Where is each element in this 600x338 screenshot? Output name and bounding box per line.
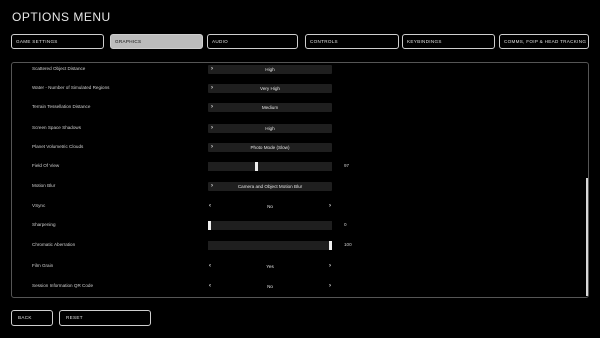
tab-label: COMMS, FOIP & HEAD TRACKING [504, 39, 587, 44]
tab-keybindings[interactable]: KEYBINDINGS [402, 34, 495, 49]
setting-row: Film Grain ‹ Yes › [32, 262, 362, 272]
select-motion-blur[interactable]: › Camera and Object Motion Blur [208, 182, 332, 191]
tab-label: KEYBINDINGS [407, 39, 442, 44]
setting-value: Camera and Object Motion Blur [237, 184, 303, 189]
slider-value: 0 [344, 222, 347, 227]
setting-label: Sharpening [32, 222, 56, 227]
tab-game-settings[interactable]: GAME SETTINGS [11, 34, 104, 49]
setting-value: High [265, 126, 275, 131]
setting-label: Film Grain [32, 263, 54, 268]
toggle-film-grain: ‹ Yes › [208, 262, 332, 271]
setting-row: Field Of View 97 [32, 162, 362, 172]
chevron-right-icon[interactable]: › [329, 262, 331, 271]
setting-value: Medium [261, 105, 279, 110]
select-planet-volumetric-clouds[interactable]: › Photo Mode (Slow) [208, 143, 332, 152]
setting-label: VSync [32, 203, 46, 208]
setting-row: Scattered Object Distance › High [32, 65, 362, 75]
setting-value: No [267, 284, 273, 289]
tab-controls[interactable]: CONTROLS [305, 34, 399, 49]
settings-panel: Scattered Object Distance › High Water -… [11, 62, 589, 298]
setting-label: Motion Blur [32, 183, 56, 188]
setting-label: Scattered Object Distance [32, 66, 86, 71]
slider-value: 97 [344, 163, 350, 168]
back-label: BACK [18, 315, 32, 320]
tab-graphics[interactable]: GRAPHICS [110, 34, 203, 49]
select-terrain-tessellation-distance[interactable]: › Medium [208, 103, 332, 112]
setting-label: Chromatic Aberration [32, 242, 76, 247]
slider-field-of-view[interactable] [208, 162, 332, 171]
reset-button[interactable]: RESET [59, 310, 151, 326]
tab-label: GRAPHICS [115, 39, 142, 44]
setting-value: High [265, 67, 275, 72]
setting-value: Photo Mode (Slow) [250, 145, 290, 150]
tab-comms-foip-head-tracking[interactable]: COMMS, FOIP & HEAD TRACKING [499, 34, 589, 49]
setting-row: Terrain Tessellation Distance › Medium [32, 103, 362, 113]
scrollbar-thumb[interactable] [586, 178, 588, 296]
slider-value: 100 [344, 242, 352, 247]
slider-sharpening[interactable] [208, 221, 332, 230]
setting-value: Yes [266, 264, 274, 269]
slider-thumb[interactable] [255, 162, 258, 171]
select-water-simulated-regions[interactable]: › Very High [208, 84, 332, 93]
setting-row: Motion Blur › Camera and Object Motion B… [32, 182, 362, 192]
setting-row: VSync ‹ No › [32, 202, 362, 212]
tab-audio[interactable]: AUDIO [207, 34, 298, 49]
setting-row: Session Information QR Code ‹ No › [32, 282, 362, 292]
setting-row: Chromatic Aberration 100 [32, 241, 362, 251]
slider-thumb[interactable] [208, 221, 211, 230]
toggle-vsync: ‹ No › [208, 202, 332, 211]
setting-label: Field Of View [32, 163, 60, 168]
setting-row: Screen Space Shadows › High [32, 124, 362, 134]
tab-label: AUDIO [212, 39, 229, 44]
chevron-right-icon[interactable]: › [329, 202, 331, 211]
page-title: OPTIONS MENU [12, 10, 111, 24]
chevron-right-icon[interactable]: › [329, 282, 331, 291]
reset-label: RESET [66, 315, 83, 320]
tab-label: CONTROLS [310, 39, 338, 44]
toggle-session-qr-code: ‹ No › [208, 282, 332, 291]
setting-value: Very High [260, 86, 280, 91]
slider-chromatic-aberration[interactable] [208, 241, 332, 250]
setting-row: Planet Volumetric Clouds › Photo Mode (S… [32, 143, 362, 153]
setting-label: Terrain Tessellation Distance [32, 104, 91, 109]
slider-thumb[interactable] [329, 241, 332, 250]
back-button[interactable]: BACK [11, 310, 53, 326]
setting-label: Session Information QR Code [32, 283, 94, 288]
setting-row: Sharpening 0 [32, 221, 362, 231]
select-screen-space-shadows[interactable]: › High [208, 124, 332, 133]
setting-label: Planet Volumetric Clouds [32, 144, 84, 149]
setting-value: No [267, 204, 273, 209]
setting-label: Water - Number of Simulated Regions [32, 85, 110, 90]
tab-label: GAME SETTINGS [16, 39, 58, 44]
setting-row: Water - Number of Simulated Regions › Ve… [32, 84, 362, 94]
select-scattered-object-distance[interactable]: › High [208, 65, 332, 74]
setting-label: Screen Space Shadows [32, 125, 82, 130]
options-screen: OPTIONS MENU GAME SETTINGS GRAPHICS AUDI… [0, 0, 600, 338]
